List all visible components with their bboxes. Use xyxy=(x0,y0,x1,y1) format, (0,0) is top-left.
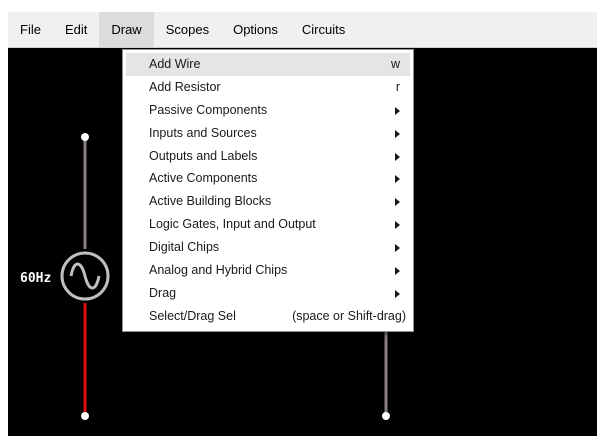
ac-source-icon xyxy=(60,251,110,301)
menu-item-label: Select/Drag Sel xyxy=(149,308,236,323)
submenu-arrow-icon xyxy=(395,221,400,230)
menu-item-label: Inputs and Sources xyxy=(149,125,257,140)
submenu-arrow-icon xyxy=(395,198,400,207)
submenu-arrow-icon xyxy=(395,267,400,276)
menu-item-active-building-blocks[interactable]: Active Building Blocks xyxy=(126,190,410,213)
shortcut-label: w xyxy=(390,57,400,71)
terminal-top-left xyxy=(81,133,89,141)
menu-item-passive-components[interactable]: Passive Components xyxy=(126,99,410,122)
menu-item-label: Drag xyxy=(149,285,177,300)
menu-item-add-wire[interactable]: Add Wire w xyxy=(126,53,410,76)
circuit-simulator-window: File Edit Draw Scopes Options Circuits 6… xyxy=(8,12,597,436)
shortcut-label: r xyxy=(395,79,400,94)
menu-item-label: Passive Components xyxy=(149,102,268,117)
source-frequency-label: 60Hz xyxy=(20,271,52,286)
menu-item-label: Digital Chips xyxy=(149,240,220,255)
menu-item-logic-gates[interactable]: Logic Gates, Input and Output xyxy=(126,213,410,236)
submenu-arrow-icon xyxy=(395,152,400,161)
submenu-arrow-icon xyxy=(395,175,400,184)
menu-item-select-drag-sel[interactable]: Select/Drag Sel (space or Shift-drag) xyxy=(126,305,410,328)
draw-menu-dropdown: Add Wire w Add Resistor r Passive Compon… xyxy=(122,49,414,332)
menu-item-label: Add Resistor xyxy=(149,79,221,94)
submenu-arrow-icon xyxy=(395,129,400,138)
menu-item-analog-hybrid-chips[interactable]: Analog and Hybrid Chips xyxy=(126,259,410,282)
menu-circuits[interactable]: Circuits xyxy=(290,12,357,47)
menu-scopes[interactable]: Scopes xyxy=(154,12,221,47)
menu-item-label: Active Building Blocks xyxy=(149,194,272,209)
submenu-arrow-icon xyxy=(395,289,400,298)
menu-item-outputs-and-labels[interactable]: Outputs and Labels xyxy=(126,145,410,168)
menu-options[interactable]: Options xyxy=(221,12,290,47)
menu-item-label: Active Components xyxy=(149,171,258,186)
menu-item-label: Outputs and Labels xyxy=(149,148,258,163)
terminal-bottom-left xyxy=(81,412,89,420)
menu-draw[interactable]: Draw xyxy=(99,12,154,47)
submenu-arrow-icon xyxy=(395,244,400,253)
submenu-arrow-icon xyxy=(395,106,400,115)
menu-item-label: Add Wire xyxy=(149,57,201,71)
menu-item-label: Logic Gates, Input and Output xyxy=(149,217,316,232)
menu-bar: File Edit Draw Scopes Options Circuits xyxy=(8,12,597,48)
menu-item-label: Analog and Hybrid Chips xyxy=(149,263,288,278)
menu-item-digital-chips[interactable]: Digital Chips xyxy=(126,236,410,259)
menu-item-add-resistor[interactable]: Add Resistor r xyxy=(126,76,410,99)
terminal-bottom-right xyxy=(382,412,390,420)
menu-edit[interactable]: Edit xyxy=(53,12,99,47)
menu-file[interactable]: File xyxy=(8,12,53,47)
menu-item-inputs-and-sources[interactable]: Inputs and Sources xyxy=(126,122,410,145)
shortcut-hint: (space or Shift-drag) xyxy=(292,308,406,323)
menu-item-drag[interactable]: Drag xyxy=(126,282,410,305)
menu-item-active-components[interactable]: Active Components xyxy=(126,167,410,190)
